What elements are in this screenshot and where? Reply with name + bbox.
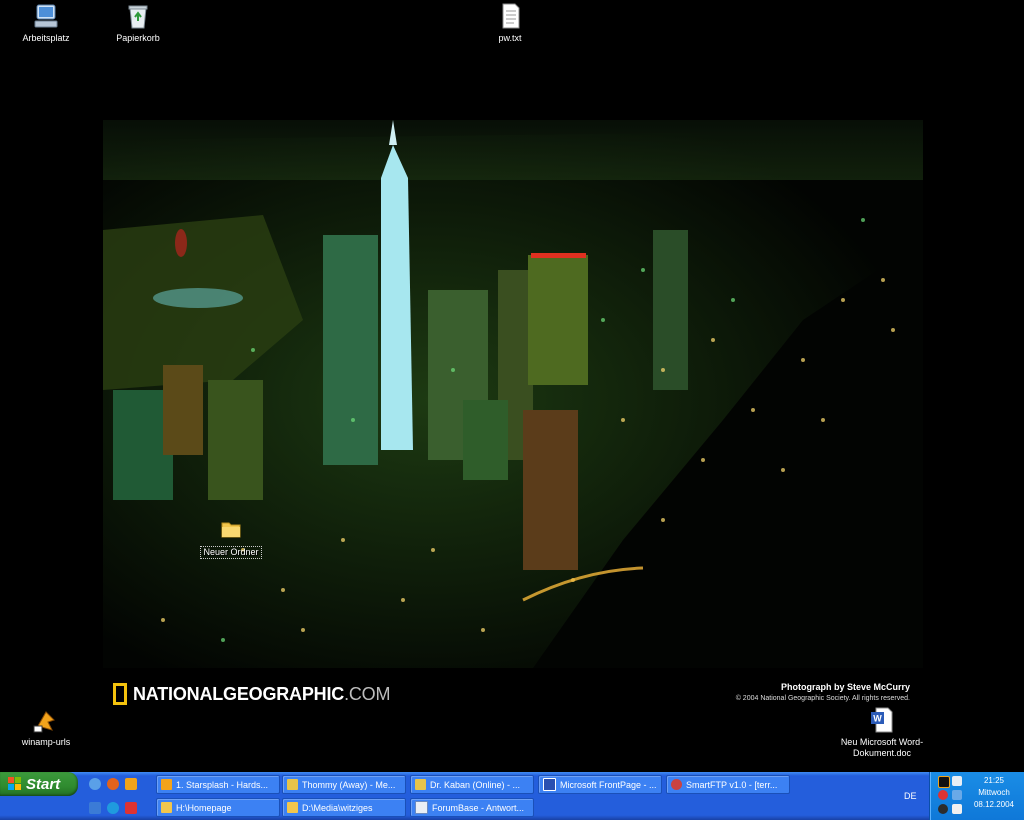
winamp-shortcut-icon — [32, 706, 60, 734]
taskbar-button-frontpage[interactable]: Microsoft FrontPage - ... — [538, 775, 662, 794]
desktop-icon-label: pw.txt — [498, 33, 522, 43]
windows-logo-icon — [8, 777, 22, 791]
quicklaunch-firefox-icon[interactable] — [107, 778, 119, 790]
folder-icon — [217, 515, 245, 543]
taskbar-button-label: SmartFTP v1.0 - [terr... — [686, 779, 778, 790]
desktop-icon-label: Neuer Ordner — [200, 546, 262, 559]
taskbar-button-label: 1. Starsplash - Hards... — [176, 779, 269, 790]
desktop-icon-label: Papierkorb — [116, 33, 160, 43]
my-computer-icon — [32, 2, 60, 30]
taskbar-button-forumbase[interactable]: ForumBase - Antwort... — [410, 798, 534, 817]
desktop-icon-arbeitsplatz[interactable]: Arbeitsplatz — [8, 2, 84, 44]
start-button[interactable]: Start — [0, 772, 78, 796]
taskbar: Start 1. Starsplash - Hards... Thommy (A… — [0, 772, 1024, 820]
desktop-icon-label: Arbeitsplatz — [22, 33, 70, 43]
desktop-icon-label: Neu Microsoft Word-Dokument.doc — [840, 737, 924, 758]
frontpage-icon — [543, 778, 556, 791]
browser-icon — [415, 801, 428, 814]
svg-text:W: W — [873, 714, 882, 724]
quicklaunch-media-icon[interactable] — [125, 802, 137, 814]
desktop-icon-word-document[interactable]: W Neu Microsoft Word-Dokument.doc — [840, 706, 924, 759]
quicklaunch-browser-icon[interactable] — [107, 802, 119, 814]
taskbar-button-label: H:\Homepage — [176, 802, 232, 813]
clock-time: 21:25 — [983, 776, 1005, 785]
ng-brand-name: NATIONALGEOGRAPHIC — [133, 683, 345, 704]
taskbar-button-label: Thommy (Away) - Me... — [302, 779, 396, 790]
taskbar-button-media-witziges[interactable]: D:\Media\witziges — [282, 798, 406, 817]
taskbar-button-label: Dr. Kaban (Online) - ... — [430, 779, 521, 790]
photo-credit-author: Photograph by Steve McCurry — [780, 682, 910, 692]
clock-date: 08.12.2004 — [973, 800, 1015, 809]
tray-messenger-icon[interactable] — [952, 776, 962, 786]
tray-app-icon[interactable] — [938, 776, 950, 788]
quicklaunch-show-desktop-icon[interactable] — [89, 802, 101, 814]
tray-antivirus-icon[interactable] — [938, 790, 948, 800]
tray-network-icon[interactable] — [952, 790, 962, 800]
taskbar-button-label: Microsoft FrontPage - ... — [560, 779, 657, 790]
folder-icon — [287, 802, 298, 813]
taskbar-button-homepage[interactable]: H:\Homepage — [156, 798, 280, 817]
ftp-icon — [671, 779, 682, 790]
photo-credit: Photograph by Steve McCurry © 2004 Natio… — [736, 682, 910, 702]
tray-clock[interactable]: 21:25 Mittwoch 08.12.2004 — [968, 775, 1020, 811]
quicklaunch-ie-icon[interactable] — [89, 778, 101, 790]
photo-credit-copyright: © 2004 National Geographic Society. All … — [735, 695, 910, 702]
quicklaunch-winamp-icon[interactable] — [125, 778, 137, 790]
desktop-icon-papierkorb[interactable]: Papierkorb — [100, 2, 176, 44]
desktop-icon-label: winamp-urls — [21, 737, 71, 747]
desktop-icon-winamp-urls[interactable]: winamp-urls — [8, 706, 84, 748]
clock-day: Mittwoch — [978, 788, 1010, 797]
winamp-icon — [161, 779, 172, 790]
text-file-icon — [496, 2, 524, 30]
taskbar-button-label: D:\Media\witziges — [302, 802, 373, 813]
folder-icon — [161, 802, 172, 813]
ng-brand-suffix: .COM — [344, 683, 391, 704]
desktop-icon-neuer-ordner[interactable]: Neuer Ordner — [193, 515, 269, 559]
messenger-icon — [415, 779, 426, 790]
tray-pen-icon[interactable] — [952, 804, 962, 814]
taskbar-button-starsplash[interactable]: 1. Starsplash - Hards... — [156, 775, 280, 794]
national-geographic-logo: NATIONALGEOGRAPHIC.COM — [113, 681, 390, 707]
recycle-bin-icon — [124, 2, 152, 30]
ng-yellow-border-icon — [113, 683, 127, 705]
taskbar-button-thommy[interactable]: Thommy (Away) - Me... — [282, 775, 406, 794]
taskbar-button-label: ForumBase - Antwort... — [432, 802, 525, 813]
messenger-icon — [287, 779, 298, 790]
desktop-icon-pw-txt[interactable]: pw.txt — [472, 2, 548, 44]
wallpaper-photo — [103, 120, 923, 668]
system-tray: 21:25 Mittwoch 08.12.2004 — [929, 772, 1024, 820]
word-document-icon: W — [868, 706, 896, 734]
taskbar-button-smartftp[interactable]: SmartFTP v1.0 - [terr... — [666, 775, 790, 794]
taskbar-button-dr-kaban[interactable]: Dr. Kaban (Online) - ... — [410, 775, 534, 794]
tray-volume-icon[interactable] — [938, 804, 948, 814]
start-label: Start — [26, 775, 61, 793]
language-indicator[interactable]: DE — [904, 791, 917, 801]
